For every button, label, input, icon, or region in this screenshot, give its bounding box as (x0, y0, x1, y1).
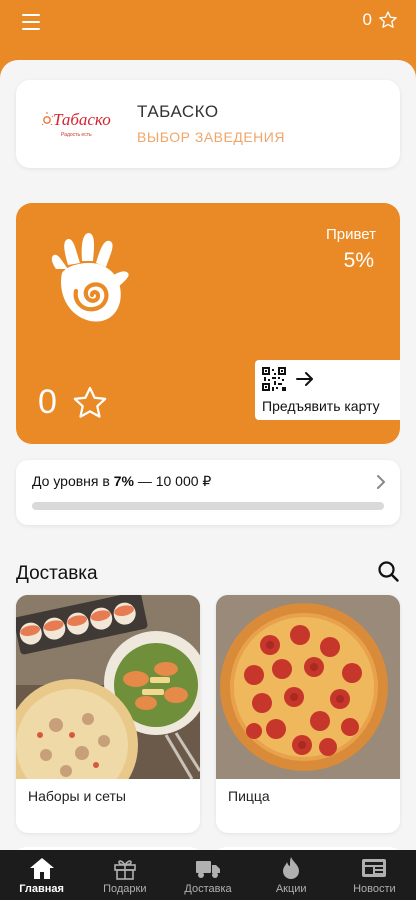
tab-home[interactable]: Главная (0, 850, 83, 900)
points-counter[interactable]: 0 (363, 10, 398, 30)
star-icon (73, 386, 107, 418)
tabasco-logo: Табаско Радость есть (42, 110, 111, 138)
logo-text: Табаско (53, 110, 111, 129)
search-icon[interactable] (376, 559, 400, 583)
level-threshold: — 10 000 ₽ (133, 473, 212, 489)
present-card-label: Предъявить карту (262, 398, 380, 414)
level-progress-bar (32, 502, 384, 510)
tab-label: Доставка (184, 883, 232, 895)
level-prefix: До уровня в (32, 473, 114, 489)
card-points-value: 0 (38, 383, 57, 421)
product-card-sets[interactable]: Наборы и сеты (16, 595, 200, 833)
level-next-percent: 7% (113, 473, 134, 489)
venue-card[interactable]: Табаско Радость есть ТАБАСКО ВЫБОР ЗАВЕД… (16, 80, 400, 168)
flame-icon (283, 857, 300, 879)
bottom-tab-bar: Главная Подарки Доставка Акции Новости (0, 850, 416, 900)
hand-logo-icon (51, 233, 129, 322)
greeting: Привет (325, 226, 376, 243)
arrow-right-icon (296, 372, 313, 386)
truck-icon (196, 861, 220, 878)
tab-label: Подарки (103, 883, 147, 895)
top-bar: 0 (0, 0, 416, 62)
tab-label: Главная (19, 883, 64, 895)
select-venue-link[interactable]: ВЫБОР ЗАВЕДЕНИЯ (137, 129, 285, 145)
tab-gifts[interactable]: Подарки (83, 850, 166, 900)
card-points: 0 (38, 383, 109, 422)
level-progress-card[interactable]: До уровня в 7% — 10 000 ₽ (16, 460, 400, 525)
venue-name: ТАБАСКО (137, 102, 219, 121)
loyalty-card: Привет 5% 0 Предъявить карту (16, 203, 400, 444)
tab-label: Акции (275, 883, 307, 895)
tab-delivery[interactable]: Доставка (166, 850, 249, 900)
points-count: 0 (362, 10, 372, 29)
main-content: Табаско Радость есть ТАБАСКО ВЫБОР ЗАВЕД… (0, 60, 416, 850)
product-card-pizza[interactable]: Пицца (216, 595, 400, 833)
tab-label: Новости (353, 883, 396, 895)
product-name: Наборы и сеты (28, 788, 126, 804)
gift-icon (113, 860, 136, 880)
section-title: Доставка (16, 563, 98, 584)
sets-photo (16, 595, 200, 779)
present-card-button[interactable]: Предъявить карту (255, 360, 400, 420)
level-text: До уровня в 7% — 10 000 ₽ (32, 473, 211, 490)
star-icon (379, 11, 397, 28)
logo-tagline: Радость есть (61, 132, 92, 138)
tab-promotions[interactable]: Акции (250, 850, 333, 900)
qr-code-icon (262, 367, 286, 391)
chevron-right-icon (377, 475, 385, 489)
discount-percent: 5% (343, 249, 374, 272)
menu-icon[interactable] (22, 14, 40, 30)
pizza-photo (216, 595, 400, 779)
tab-news[interactable]: Новости (333, 850, 416, 900)
home-icon (29, 858, 54, 879)
product-name: Пицца (228, 788, 270, 804)
news-icon (362, 859, 387, 877)
